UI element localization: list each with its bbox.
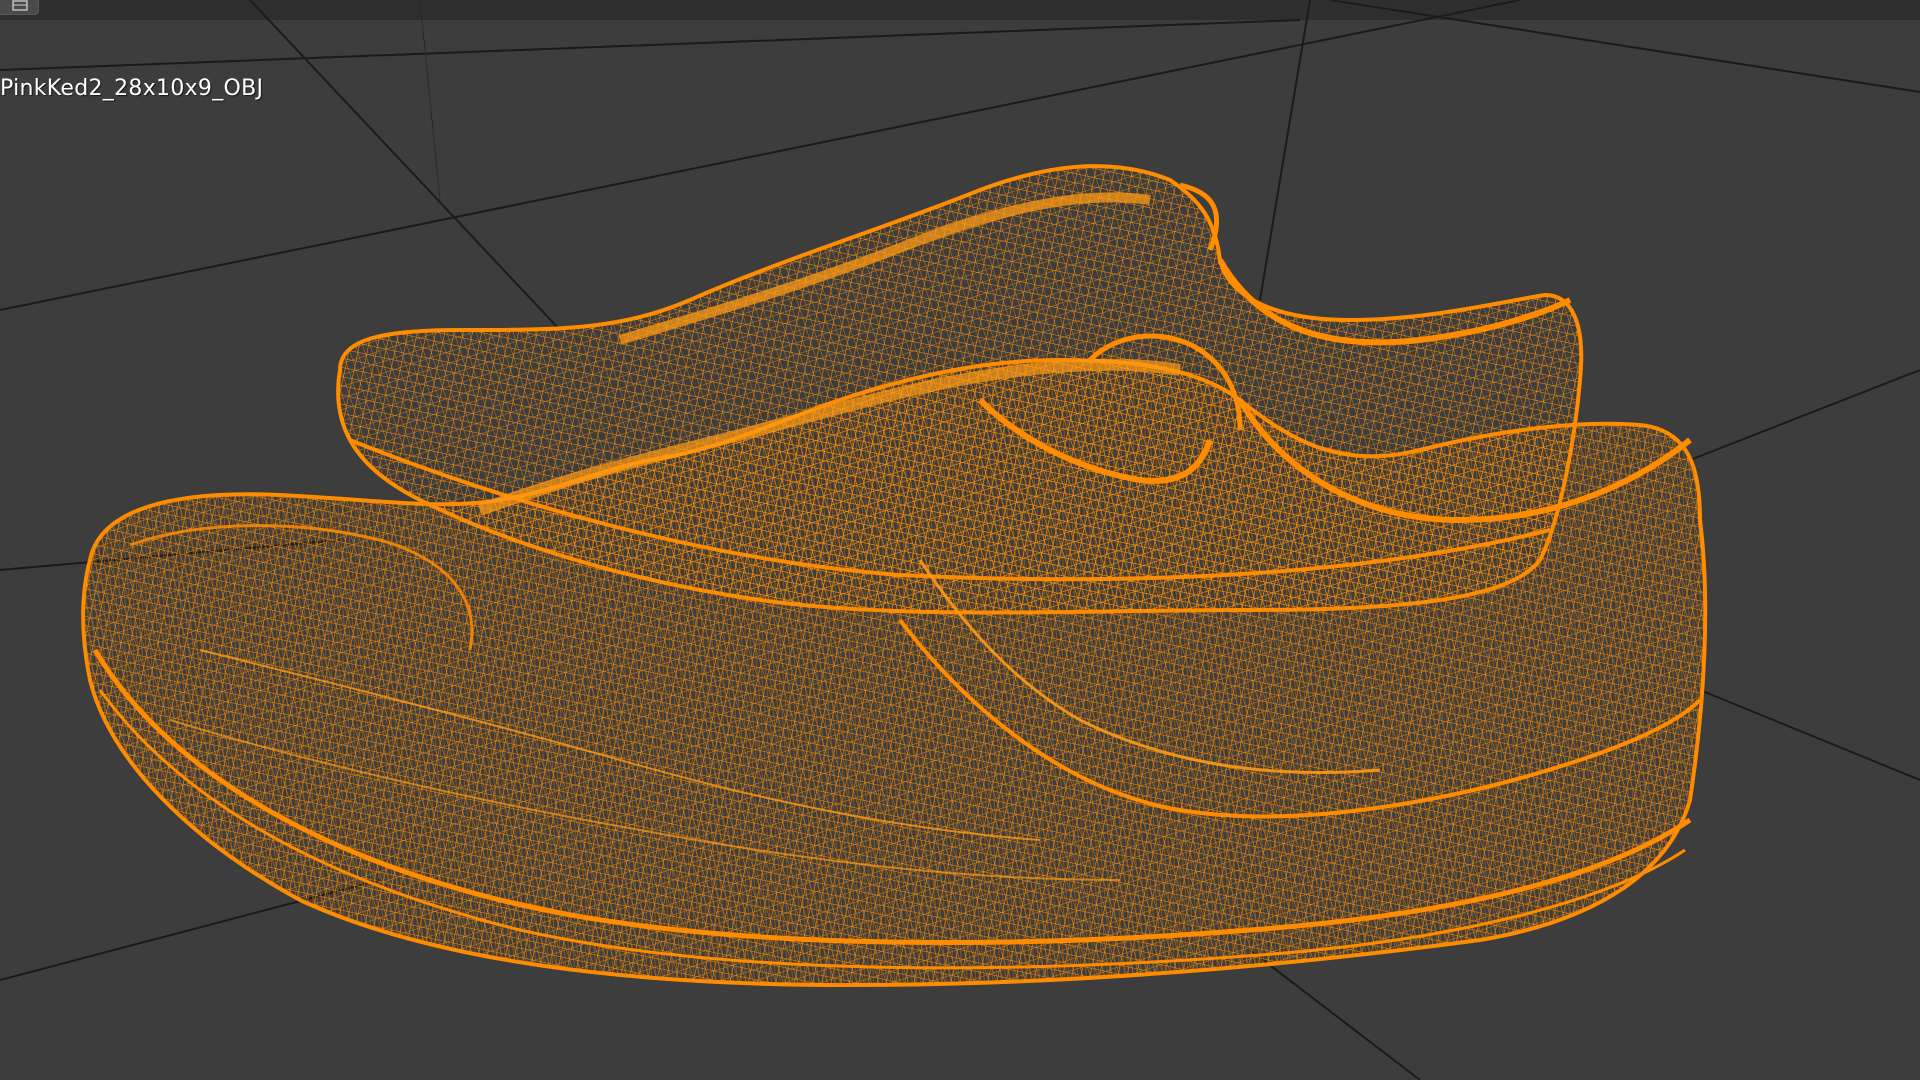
object-name-label: PinkKed2_28x10x9_OBJ (0, 76, 264, 101)
scene-canvas[interactable] (0, 0, 1920, 1080)
3d-viewport[interactable]: PinkKed2_28x10x9_OBJ (0, 0, 1920, 1080)
